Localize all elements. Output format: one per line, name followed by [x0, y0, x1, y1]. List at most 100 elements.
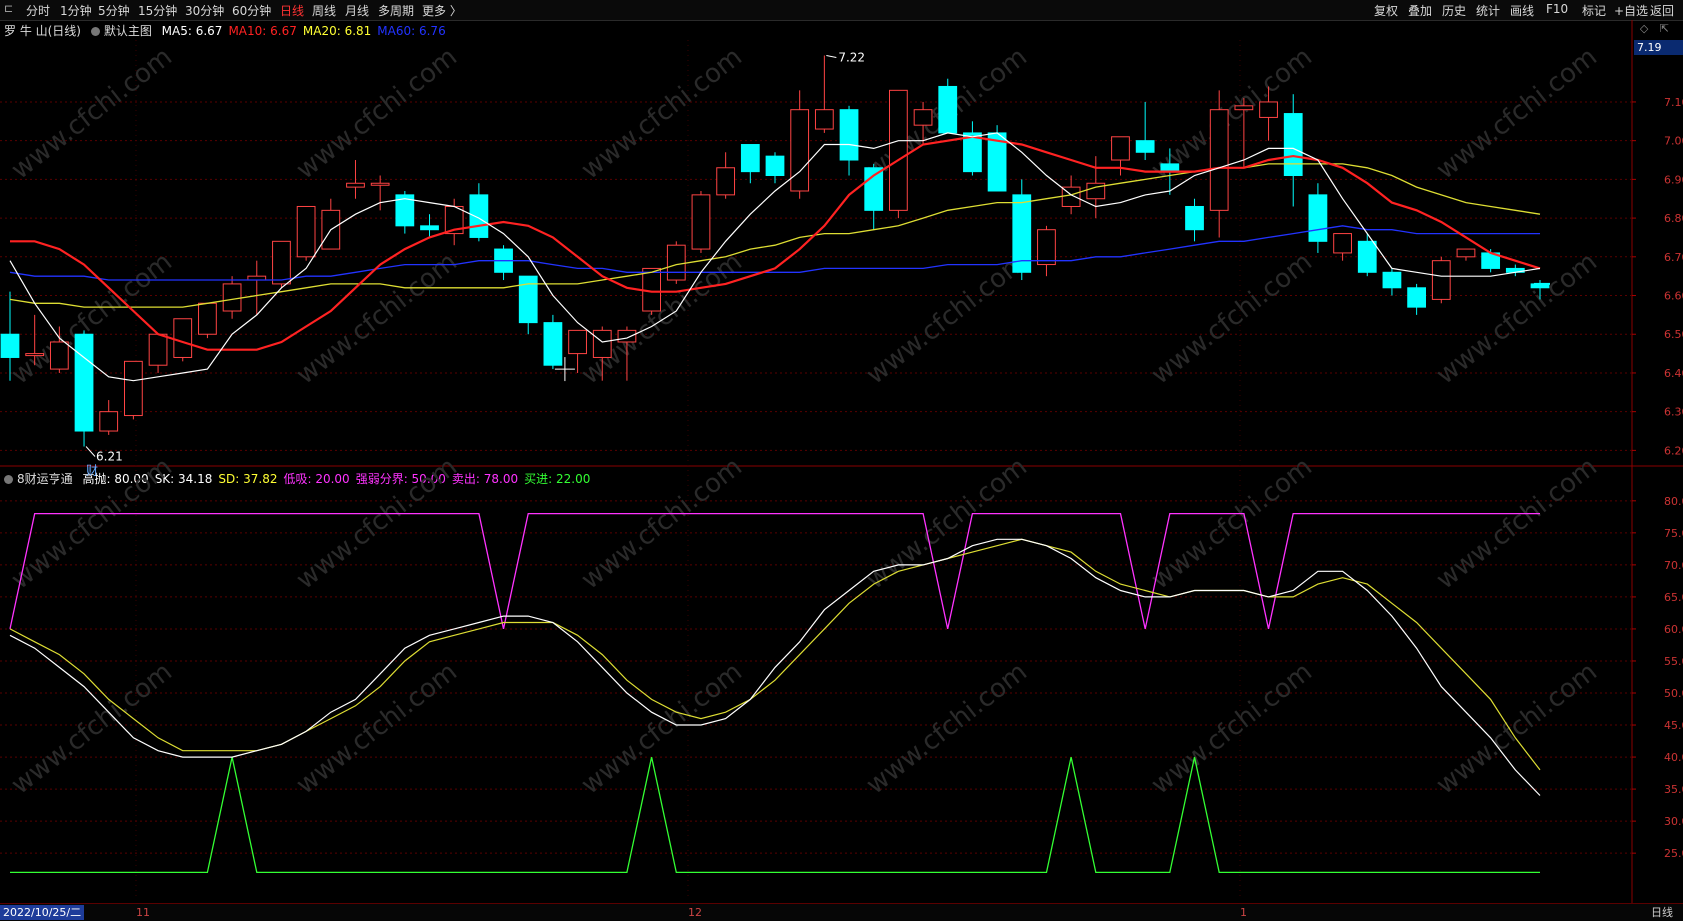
- month-label: 11: [136, 906, 150, 919]
- price-tick-label: 6.20: [1664, 444, 1683, 457]
- indicator-tick-label: 35.00: [1664, 783, 1683, 796]
- candle-body: [469, 194, 489, 238]
- candle-body: [1135, 140, 1155, 153]
- candle-body: [74, 333, 94, 432]
- cursor-date: 2022/10/25/二: [0, 905, 85, 920]
- high-price-label: 7.22: [838, 50, 865, 64]
- indicator-tick-label: 25.00: [1664, 847, 1683, 860]
- candle-body: [0, 333, 20, 358]
- candle-body: [691, 194, 711, 250]
- watermark-text: www.cfchi.com: [1431, 657, 1603, 801]
- price-tick-label: 6.80: [1664, 212, 1683, 225]
- candle-body: [346, 182, 365, 188]
- candle-body: [913, 109, 933, 126]
- candle-body: [1037, 229, 1056, 266]
- watermark-text: www.cfchi.com: [291, 42, 463, 186]
- kline-chart[interactable]: 7.10 7.00 6.90 6.80 6.70 6.60 6.50 6.40 6.30 6.20…: [0, 0, 1683, 903]
- candle-body: [1185, 205, 1204, 231]
- candle-body: [1357, 240, 1377, 273]
- watermark-text: www.cfchi.com: [576, 657, 748, 801]
- low-tag: 财: [86, 464, 98, 478]
- indicator-tick-label: 70.00: [1664, 559, 1683, 572]
- candle-body: [568, 329, 587, 355]
- indicator-tick-label: 50.00: [1664, 687, 1683, 700]
- indicator-tick-label: 30.00: [1664, 815, 1683, 828]
- watermark-text: www.cfchi.com: [861, 452, 1033, 596]
- candle-body: [1407, 287, 1426, 308]
- sd-line: [9, 538, 1541, 771]
- candle-body: [889, 89, 908, 211]
- price-tick-label: 6.70: [1664, 251, 1683, 264]
- watermark-text: www.cfchi.com: [1431, 452, 1603, 596]
- indicator-tick-label: 45.00: [1664, 719, 1683, 732]
- price-tick-label: 6.40: [1664, 367, 1683, 380]
- candle-body: [543, 322, 563, 366]
- high-marker: [826, 54, 837, 58]
- watermark-text: www.cfchi.com: [1146, 247, 1318, 391]
- candle-body: [1333, 233, 1352, 254]
- watermark-text: www.cfchi.com: [291, 452, 463, 596]
- price-tick-label: 6.60: [1664, 290, 1683, 303]
- candle-body: [124, 360, 143, 417]
- candle-body: [148, 333, 168, 366]
- candle-body: [1111, 136, 1130, 161]
- candle-body: [938, 85, 958, 134]
- indicator-tick-label: 40.00: [1664, 751, 1683, 764]
- candle-body: [839, 109, 859, 161]
- watermark-text: www.cfchi.com: [1146, 657, 1318, 801]
- candle-body: [740, 144, 760, 173]
- watermark-text: www.cfchi.com: [576, 452, 748, 596]
- low-price-label: 6.21: [96, 450, 123, 464]
- candle-body: [1234, 105, 1254, 111]
- month-label: 1: [1240, 906, 1247, 919]
- indicator-tick-label: 55.00: [1664, 655, 1683, 668]
- price-tick-label: 7.10: [1664, 96, 1683, 109]
- price-tick-label: 6.90: [1664, 173, 1683, 186]
- candle-body: [765, 155, 785, 177]
- candle-body: [173, 318, 193, 358]
- candle-body: [716, 167, 736, 196]
- candle-body: [420, 225, 439, 231]
- candle-body: [790, 109, 810, 192]
- candle-body: [1259, 101, 1278, 118]
- candle-body: [617, 329, 637, 343]
- candle-body: [1431, 260, 1451, 300]
- candle-body: [272, 240, 291, 285]
- indicator-tick-label: 75.00: [1664, 527, 1683, 540]
- period-label[interactable]: 日线: [1651, 905, 1673, 920]
- candle-body: [1209, 109, 1229, 211]
- indicator-tick-label: 60.00: [1664, 623, 1683, 636]
- candle-body: [99, 411, 119, 432]
- watermark-text: www.cfchi.com: [6, 42, 178, 186]
- candle-body: [666, 244, 686, 281]
- candle-body: [1456, 248, 1476, 258]
- candle-body: [370, 182, 390, 186]
- candle-body: [1308, 194, 1328, 242]
- indicator-tick-label: 80.00: [1664, 495, 1683, 508]
- indicator-tick-label: 65.00: [1664, 591, 1683, 604]
- watermark-text: www.cfchi.com: [576, 42, 748, 186]
- watermark-text: www.cfchi.com: [291, 657, 463, 801]
- date-axis: 2022/10/25/二 11 12 1 日线: [0, 903, 1683, 921]
- watermark-text: www.cfchi.com: [1431, 42, 1603, 186]
- candle-body: [198, 302, 217, 335]
- watermark-text: www.cfchi.com: [861, 657, 1033, 801]
- candle-body: [1160, 163, 1180, 173]
- candle-body: [814, 109, 834, 130]
- watermark-text: www.cfchi.com: [6, 657, 178, 801]
- candle-body: [49, 341, 69, 370]
- watermark-text: www.cfchi.com: [1146, 452, 1318, 596]
- price-tick-label: 6.30: [1664, 406, 1683, 419]
- sell-line: [9, 512, 1540, 630]
- candle-body: [25, 353, 45, 357]
- candle-body: [222, 283, 242, 312]
- candle-body: [592, 329, 612, 358]
- candle-body: [864, 167, 884, 211]
- candle-body: [1283, 113, 1303, 177]
- price-tick-label: 7.00: [1664, 135, 1683, 148]
- price-tick-label: 6.50: [1664, 328, 1683, 341]
- month-label: 12: [688, 906, 702, 919]
- candle-body: [1382, 271, 1402, 289]
- candle-body: [518, 275, 538, 324]
- candle-body: [296, 205, 316, 258]
